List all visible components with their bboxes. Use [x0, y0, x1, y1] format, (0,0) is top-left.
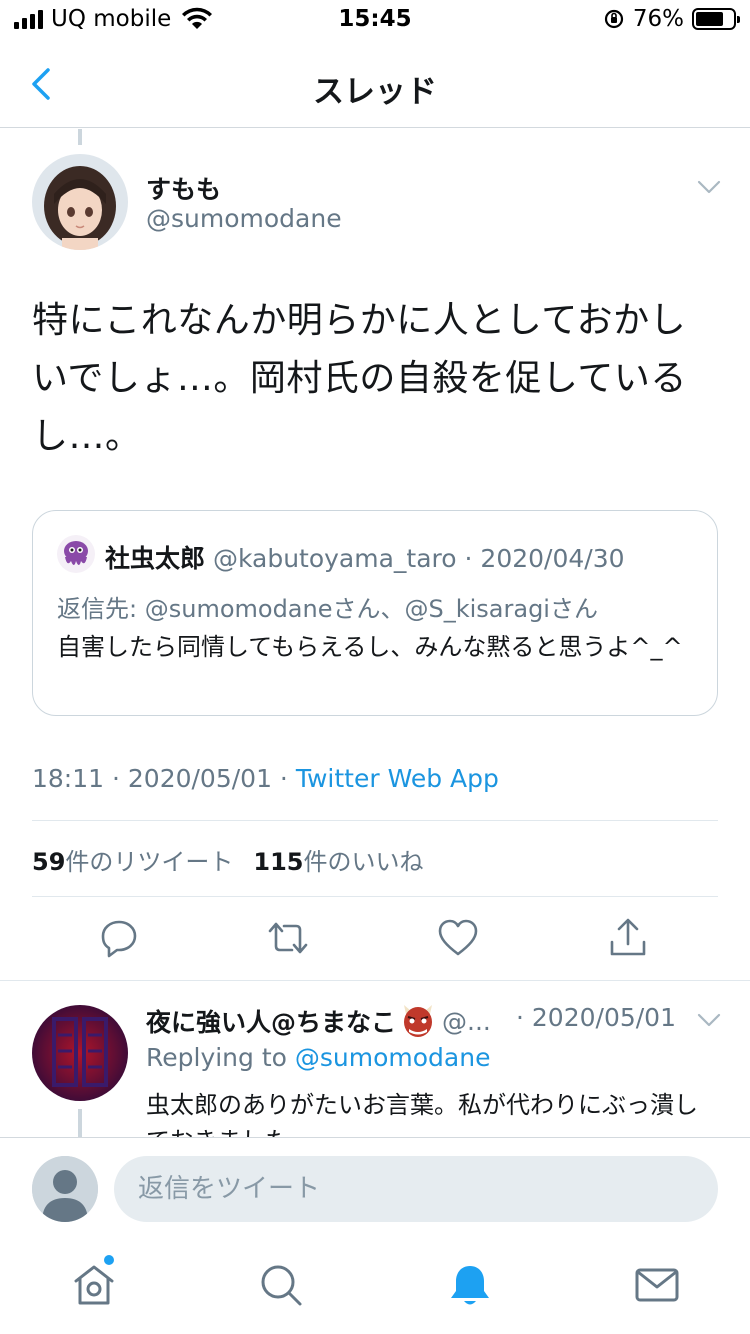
quoted-tweet[interactable]: 社虫太郎 @kabutoyama_taro · 2020/04/30 返信先: … — [32, 510, 718, 716]
signal-icon — [14, 9, 43, 29]
retweet-icon[interactable] — [266, 916, 310, 960]
battery-fill — [696, 12, 724, 26]
carrier-name: UQ mobile — [51, 6, 172, 32]
avatar[interactable] — [32, 154, 128, 250]
avatar[interactable] — [32, 1005, 128, 1101]
replying-to-handle[interactable]: @sumomodane — [295, 1043, 491, 1072]
quote-header: 社虫太郎 @kabutoyama_taro · 2020/04/30 — [105, 539, 625, 575]
retweet-count: 59 — [32, 848, 66, 876]
reply-date: · 2020/05/01 — [516, 1003, 676, 1032]
tab-bar — [0, 1237, 750, 1334]
divider — [32, 896, 718, 897]
octopus-icon — [57, 535, 95, 573]
thread-line — [78, 129, 82, 145]
default-avatar-icon — [32, 1156, 98, 1222]
author-handle[interactable]: @sumomodane — [146, 204, 342, 233]
quote-author-handle: @kabutoyama_taro — [212, 544, 457, 573]
search-icon[interactable] — [257, 1261, 305, 1309]
source-link[interactable]: Twitter Web App — [296, 764, 499, 793]
replying-to: Replying to @sumomodane — [146, 1043, 490, 1072]
like-label: 件のいいね — [303, 848, 424, 876]
quote-avatar — [57, 535, 95, 573]
chevron-left-icon[interactable] — [22, 64, 62, 104]
status-bar-right: 76% — [603, 6, 740, 32]
reply-icon[interactable] — [97, 916, 141, 960]
tweet-timestamp: 18:11 · 2020/05/01 · — [32, 764, 296, 793]
quote-date: · 2020/04/30 — [464, 544, 625, 573]
thread-line — [78, 1109, 82, 1137]
battery-icon — [692, 8, 740, 30]
share-icon[interactable] — [606, 916, 650, 960]
notification-dot — [104, 1255, 114, 1265]
status-bar-left: UQ mobile — [14, 6, 213, 32]
compose-bar — [0, 1137, 750, 1237]
quote-author-name: 社虫太郎 — [105, 544, 206, 573]
avatar — [32, 1156, 98, 1222]
status-bar: UQ mobile 15:45 76% — [0, 0, 750, 40]
orientation-lock-icon — [604, 9, 623, 29]
nav-bar: スレッド — [0, 40, 750, 128]
tweet-action-bar — [0, 916, 750, 966]
avatar-image — [32, 154, 128, 250]
author-name[interactable]: すもも — [146, 170, 221, 206]
chevron-down-icon[interactable] — [696, 174, 722, 200]
quote-reply-targets: 返信先: @sumomodaneさん、@S_kisaragiさん — [57, 589, 598, 624]
page-title: スレッド — [313, 74, 437, 110]
tweet-timestamp-row: 18:11 · 2020/05/01 · Twitter Web App — [32, 764, 499, 793]
notifications-icon[interactable] — [446, 1261, 494, 1309]
like-icon[interactable] — [436, 916, 480, 960]
reply-header: 夜に強い人@ちまなこ @... — [146, 1003, 491, 1039]
reply-text: 虫太郎のありがたいお言葉。私が代わりにぶっ潰しておきました — [146, 1091, 698, 1137]
tweet-text: 特にこれなんか明らかに人としておかしいでしょ…。岡村氏の自殺を促しているし…。 — [32, 300, 687, 457]
replying-to-prefix: Replying to — [146, 1043, 295, 1072]
avatar-image — [32, 1005, 128, 1101]
battery-percent: 76% — [632, 6, 684, 32]
oni-mask-icon — [404, 1005, 433, 1037]
engagement-stats: 59件のリツイート 115件のいいね — [32, 842, 424, 877]
like-count: 115 — [253, 848, 304, 876]
reply-input[interactable] — [114, 1156, 718, 1222]
quote-reply-prefix: 返信先: — [57, 595, 138, 623]
home-icon[interactable] — [70, 1261, 118, 1309]
retweet-stat[interactable]: 59件のリツイート — [32, 848, 233, 876]
chevron-down-icon[interactable] — [696, 1007, 722, 1033]
reply-author-handle[interactable]: @... — [442, 1007, 491, 1036]
retweet-label: 件のリツイート — [65, 848, 234, 876]
like-stat[interactable]: 115件のいいね — [253, 848, 423, 876]
divider — [32, 820, 718, 821]
quote-reply-handles: @sumomodaneさん、@S_kisaragiさん — [144, 595, 598, 623]
reply-author-name[interactable]: 夜に強い人@ちまなこ — [146, 1003, 396, 1039]
quote-text: 自害したら同情してもらえるし、みんな黙ると思うよ^_^ — [57, 633, 683, 661]
messages-icon[interactable] — [633, 1261, 681, 1309]
reply-tweet[interactable]: 夜に強い人@ちまなこ @... · 2020/05/01 Replying to… — [0, 981, 750, 1137]
wifi-icon — [182, 7, 213, 29]
